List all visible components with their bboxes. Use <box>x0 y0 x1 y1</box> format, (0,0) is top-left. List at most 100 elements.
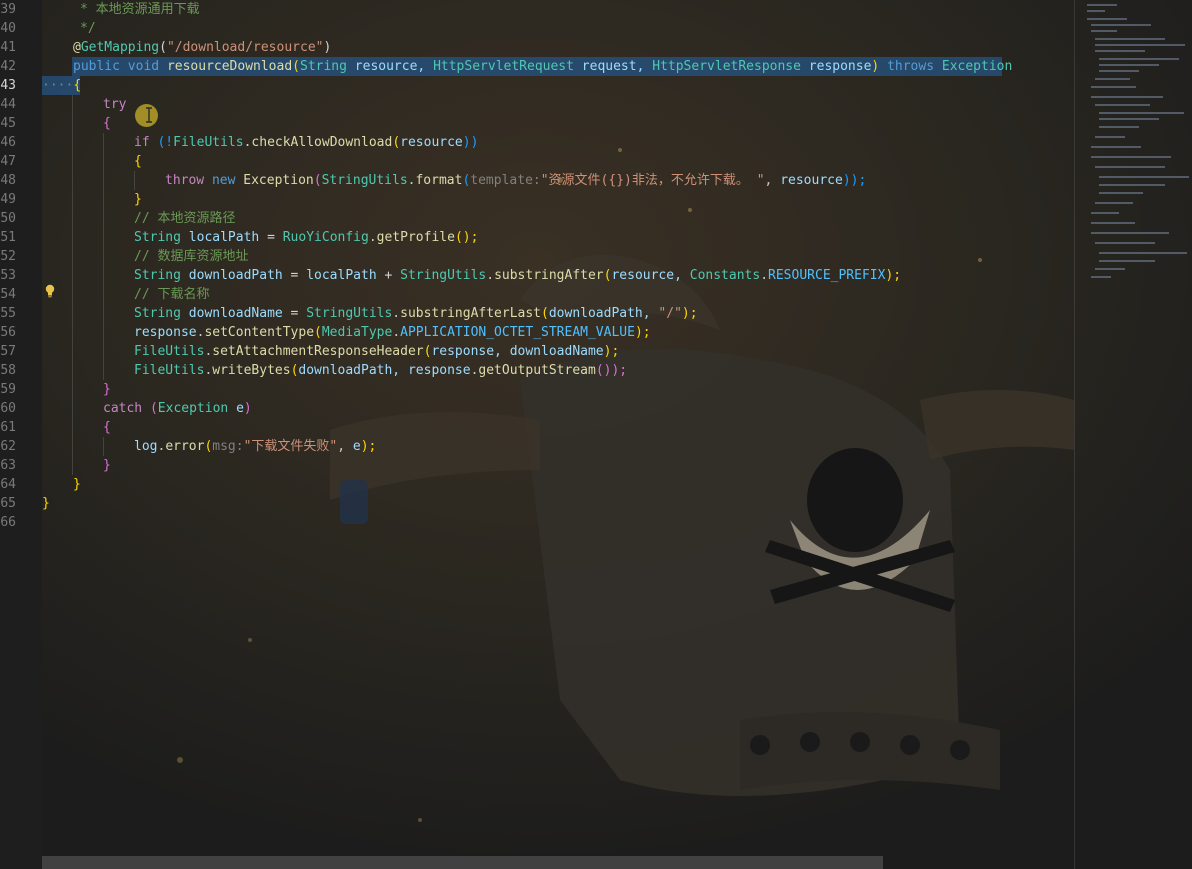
indent-guide <box>72 95 73 475</box>
code-line-60: catch (Exception e) <box>103 401 252 416</box>
paren: ( <box>392 135 401 150</box>
code-line-59: } <box>103 380 111 399</box>
minimap-line <box>1091 24 1151 26</box>
line-number: 40 <box>0 21 16 36</box>
code-line-61: { <box>103 418 111 437</box>
paren: ); <box>885 268 902 283</box>
minimap-line <box>1095 136 1125 138</box>
code-line-62: log.error(msg:"下载文件失败", e); <box>134 439 377 454</box>
line-number: 66 <box>0 515 16 530</box>
code-editor[interactable]: 39 40 41 42 43 44 45 46 47 48 49 50 51 5… <box>0 0 1192 869</box>
line-number: 55 <box>0 306 16 321</box>
method-call: error <box>165 439 205 454</box>
lightbulb-icon[interactable] <box>44 284 58 298</box>
doc-comment: * 本地资源通用下载 <box>80 2 200 17</box>
paren: ) <box>323 40 332 55</box>
variable: downloadPath <box>188 268 283 283</box>
class-name: Exception <box>243 173 314 188</box>
minimap-line <box>1099 126 1139 128</box>
keyword: public <box>73 59 120 74</box>
minimap-line <box>1099 176 1189 178</box>
method-call: checkAllowDownload <box>251 135 393 150</box>
minimap-line <box>1099 58 1179 60</box>
comment: // 本地资源路径 <box>134 211 236 226</box>
horizontal-scrollbar[interactable] <box>42 856 883 869</box>
code-line-42: public void resourceDownload(String reso… <box>73 59 1013 74</box>
line-number: 63 <box>0 458 16 473</box>
operator: = <box>290 306 299 321</box>
type: String <box>134 306 181 321</box>
line-number: 51 <box>0 230 16 245</box>
brace: } <box>73 477 81 492</box>
variable: e <box>236 401 244 416</box>
class-name: FileUtils <box>134 344 205 359</box>
code-line-50: // 本地资源路径 <box>134 209 235 228</box>
minimap-line <box>1095 268 1125 270</box>
type: String <box>300 59 347 74</box>
line-number: 39 <box>0 2 16 17</box>
brace: { <box>73 78 82 93</box>
line-number-active: 43 <box>0 78 16 93</box>
minimap-line <box>1087 4 1117 6</box>
type: Exception <box>157 401 229 416</box>
brace: } <box>103 382 111 397</box>
class-name: StringUtils <box>306 306 393 321</box>
paren: ( <box>313 173 322 188</box>
paren: ); <box>360 439 377 454</box>
line-number: 62 <box>0 439 16 454</box>
line-number: 59 <box>0 382 16 397</box>
line-number: 46 <box>0 135 16 150</box>
param: response <box>808 59 872 74</box>
constant: RESOURCE_PREFIX <box>768 268 886 283</box>
minimap-line <box>1099 184 1165 186</box>
paren: ()); <box>595 363 628 378</box>
brace: { <box>103 116 111 131</box>
operator: = <box>267 230 275 245</box>
method-name: resourceDownload <box>166 59 293 74</box>
line-number: 61 <box>0 420 16 435</box>
param: resource, <box>354 59 426 74</box>
keyword: void <box>127 59 160 74</box>
minimap-line <box>1095 104 1150 106</box>
code-line-45: { <box>103 114 111 133</box>
arg: downloadPath, <box>548 306 651 321</box>
method-call: writeBytes <box>212 363 291 378</box>
code-line-65: } <box>42 494 50 513</box>
variable: log <box>134 439 158 454</box>
type: HttpServletRequest <box>433 59 574 74</box>
variable: response <box>134 325 197 340</box>
operator: = <box>290 268 299 283</box>
line-number-gutter[interactable]: 39 40 41 42 43 44 45 46 47 48 49 50 51 5… <box>0 0 42 869</box>
string-literal: "资源文件({})非法，不允许下载。 " <box>540 173 765 188</box>
type: Exception <box>941 59 1013 74</box>
minimap-line <box>1091 156 1171 158</box>
line-number: 52 <box>0 249 16 264</box>
method-call: setAttachmentResponseHeader <box>212 344 424 359</box>
minimap-line <box>1091 232 1169 234</box>
paren: ( <box>159 40 167 55</box>
line-number: 53 <box>0 268 16 283</box>
code-line-56: response.setContentType(MediaType.APPLIC… <box>134 325 651 340</box>
code-line-63: } <box>103 456 111 475</box>
code-area[interactable]: * 本地资源通用下载 */ @GetMapping("/download/res… <box>42 0 1074 869</box>
line-number: 42 <box>0 59 16 74</box>
minimap-line <box>1095 242 1155 244</box>
type: String <box>134 230 181 245</box>
code-line-47: { <box>134 152 142 171</box>
indent-guide <box>134 171 135 190</box>
code-line-39: * 本地资源通用下载 <box>80 0 200 19</box>
code-line-58: FileUtils.writeBytes(downloadPath, respo… <box>134 363 628 378</box>
arg: downloadPath, response <box>298 363 471 378</box>
annotation-name: GetMapping <box>80 40 160 55</box>
method-call: setContentType <box>204 325 315 340</box>
string-literal: "/download/resource" <box>166 40 324 55</box>
minimap-line <box>1099 112 1184 114</box>
minimap[interactable] <box>1074 0 1192 869</box>
param: request, <box>581 59 645 74</box>
text-cursor-icon <box>145 107 152 123</box>
minimap-line <box>1087 18 1127 20</box>
line-number: 58 <box>0 363 16 378</box>
keyword: new <box>211 173 236 188</box>
minimap-line <box>1091 30 1117 32</box>
class-name: Constants <box>689 268 761 283</box>
